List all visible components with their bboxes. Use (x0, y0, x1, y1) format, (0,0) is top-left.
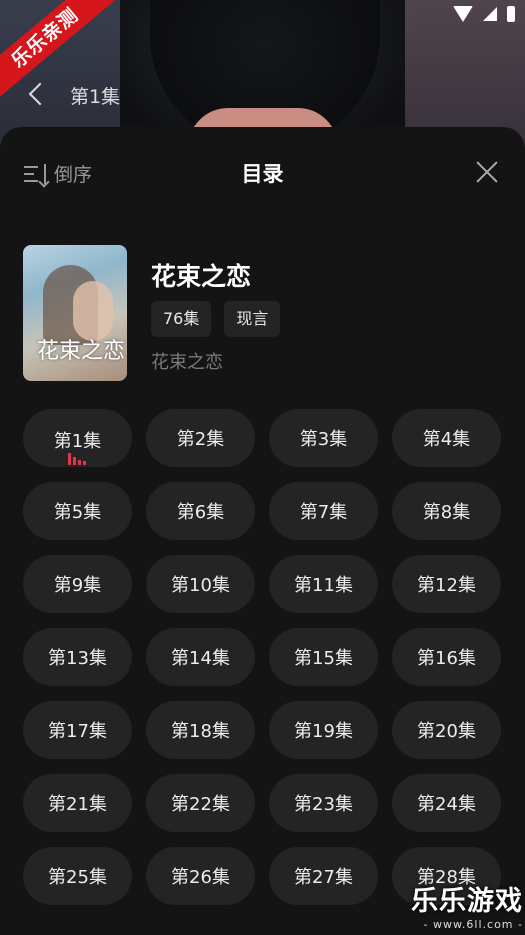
panel-title: 目录 (241, 162, 284, 186)
episode-label: 第4集 (422, 429, 471, 450)
episode-label: 第18集 (171, 721, 230, 742)
episode-button[interactable]: 第1集 (23, 409, 132, 467)
watermark-url: - www.6ll.com - (423, 918, 523, 931)
episode-count-tag: 76集 (151, 301, 212, 337)
episode-button[interactable]: 第12集 (392, 555, 501, 613)
episode-button[interactable]: 第20集 (392, 701, 501, 759)
episode-button[interactable]: 第6集 (146, 482, 255, 540)
episode-button[interactable]: 第5集 (23, 482, 132, 540)
episode-button[interactable]: 第9集 (23, 555, 132, 613)
episode-button[interactable]: 第27集 (269, 847, 378, 905)
episode-button[interactable]: 第18集 (146, 701, 255, 759)
episode-label: 第22集 (171, 794, 230, 815)
episode-grid: 第1集 第2集 第3集 第4集第5集 第6集 第7集 第8集第9集 第10集 第11集 第12集第… (23, 409, 501, 905)
episode-label: 第13集 (48, 648, 107, 669)
episode-label: 第23集 (294, 794, 353, 815)
episode-label: 第17集 (48, 721, 107, 742)
episode-label: 第6集 (176, 502, 225, 523)
show-poster: 花束之恋 (23, 245, 127, 381)
episode-label: 第2集 (176, 429, 225, 450)
episode-label: 第25集 (48, 867, 107, 888)
episode-label: 第10集 (171, 575, 230, 596)
wifi-icon (453, 6, 473, 22)
battery-icon (507, 6, 515, 22)
episode-button[interactable]: 第26集 (146, 847, 255, 905)
episode-label: 第7集 (299, 502, 348, 523)
episode-button[interactable]: 第24集 (392, 774, 501, 832)
episode-label: 第15集 (294, 648, 353, 669)
episode-label: 第24集 (417, 794, 476, 815)
episode-button[interactable]: 第2集 (146, 409, 255, 467)
watermark-logo-text: 乐乐游戏 (411, 886, 523, 917)
poster-figure-woman (73, 281, 113, 341)
signal-icon (483, 7, 497, 21)
close-icon[interactable] (475, 160, 499, 184)
site-watermark: 乐乐游戏 - www.6ll.com - (411, 879, 523, 931)
episode-label: 第9集 (53, 575, 102, 596)
episode-label: 第5集 (53, 502, 102, 523)
show-subtitle: 花束之恋 (151, 352, 223, 373)
now-playing-icon (68, 451, 86, 465)
episode-label: 第11集 (294, 575, 353, 596)
episode-button[interactable]: 第11集 (269, 555, 378, 613)
episode-button[interactable]: 第13集 (23, 628, 132, 686)
genre-tag: 现言 (224, 301, 281, 337)
episode-label: 第1集 (53, 431, 102, 452)
episode-label: 第12集 (417, 575, 476, 596)
episode-label: 第3集 (299, 429, 348, 450)
episode-label: 第14集 (171, 648, 230, 669)
episode-title: 第1集 (70, 86, 121, 108)
episode-label: 第16集 (417, 648, 476, 669)
episode-button[interactable]: 第7集 (269, 482, 378, 540)
episode-label: 第21集 (48, 794, 107, 815)
episode-label: 第27集 (294, 867, 353, 888)
episode-button[interactable]: 第25集 (23, 847, 132, 905)
episode-button[interactable]: 第21集 (23, 774, 132, 832)
episode-button[interactable]: 第3集 (269, 409, 378, 467)
poster-title-text: 花束之恋 (37, 339, 126, 364)
episode-label: 第20集 (417, 721, 476, 742)
show-title: 花束之恋 (151, 262, 252, 291)
episode-button[interactable]: 第15集 (269, 628, 378, 686)
episode-button[interactable]: 第14集 (146, 628, 255, 686)
episode-button[interactable]: 第8集 (392, 482, 501, 540)
episode-label: 第26集 (171, 867, 230, 888)
status-bar (453, 6, 515, 22)
back-icon[interactable] (26, 82, 48, 108)
episode-button[interactable]: 第19集 (269, 701, 378, 759)
episode-button[interactable]: 第23集 (269, 774, 378, 832)
episode-button[interactable]: 第4集 (392, 409, 501, 467)
episode-list-panel: 倒序 目录 花束之恋 花束之恋 76集 现言 花束之恋 第1集 第2集 第3集 第4集… (0, 127, 525, 935)
episode-button[interactable]: 第22集 (146, 774, 255, 832)
episode-label: 第19集 (294, 721, 353, 742)
episode-button[interactable]: 第17集 (23, 701, 132, 759)
episode-button[interactable]: 第16集 (392, 628, 501, 686)
episode-button[interactable]: 第10集 (146, 555, 255, 613)
show-tags: 76集 现言 (151, 301, 281, 337)
episode-label: 第8集 (422, 502, 471, 523)
